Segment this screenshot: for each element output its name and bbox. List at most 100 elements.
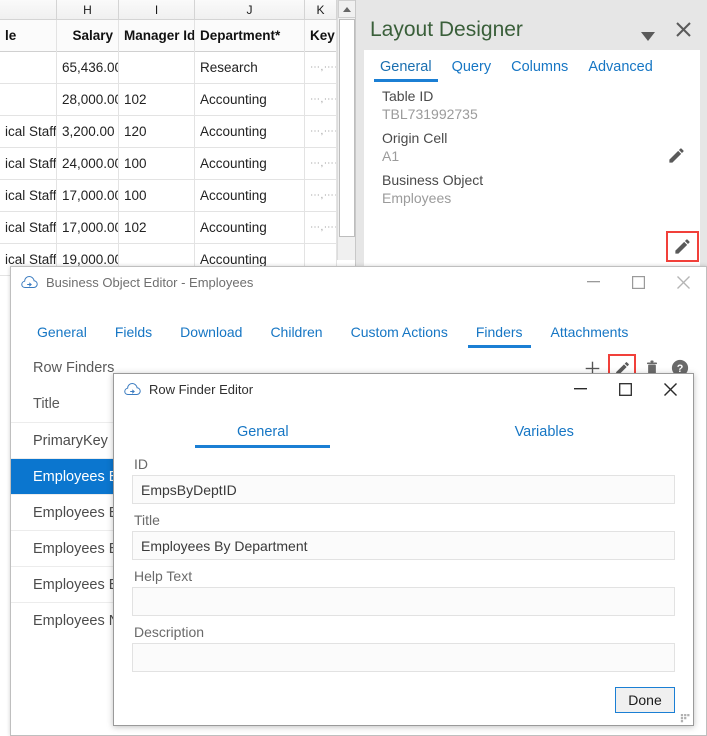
minimize-icon [587, 281, 600, 283]
minimize-button[interactable] [571, 267, 616, 298]
spreadsheet-grid[interactable]: H I J K le Salary Manager Id Department*… [0, 0, 355, 300]
tab-general[interactable]: General [23, 324, 101, 348]
minimize-icon [574, 388, 587, 390]
tab-custom-actions[interactable]: Custom Actions [337, 324, 462, 348]
column-header-blank[interactable] [0, 0, 57, 19]
maximize-icon [619, 382, 632, 396]
cell-title[interactable]: ical Staff [0, 211, 57, 244]
cloud-arrow-glyph [21, 275, 38, 288]
cloud-arrow-icon [21, 275, 38, 290]
cell-title[interactable]: ical Staff [0, 147, 57, 180]
minimize-button[interactable] [558, 374, 603, 405]
cell-manager-id[interactable]: 102 [119, 83, 195, 116]
chevron-down-icon[interactable] [641, 28, 655, 46]
pencil-icon [675, 239, 690, 254]
cell-manager-id[interactable]: 102 [119, 211, 195, 244]
cell-manager-id[interactable] [119, 51, 195, 84]
column-header-i[interactable]: I [119, 0, 195, 19]
resize-grip-icon[interactable]: ▪▪▪ ▪▪ ▪ [680, 711, 690, 726]
tab-download[interactable]: Download [166, 324, 256, 348]
column-header-k[interactable]: K [305, 0, 337, 19]
close-icon [664, 382, 677, 396]
cell-salary[interactable]: 3,200.00 [57, 115, 119, 148]
help-text-input[interactable] [132, 587, 675, 616]
tab-query[interactable]: Query [442, 59, 502, 82]
window-controls [571, 267, 706, 298]
maximize-button[interactable] [616, 267, 661, 298]
cell-salary[interactable]: 17,000.00 [57, 211, 119, 244]
window-controls [558, 374, 693, 405]
close-button[interactable] [661, 267, 706, 298]
tab-attachments[interactable]: Attachments [537, 324, 643, 348]
tab-variables[interactable]: Variables [404, 424, 686, 448]
cell-key[interactable]: ⋯,⋯⋯ [305, 115, 337, 148]
tab-general[interactable]: General [370, 59, 442, 82]
close-button[interactable] [648, 374, 693, 405]
cloud-arrow-icon [124, 382, 141, 397]
tab-finders[interactable]: Finders [462, 324, 537, 348]
cell-department[interactable]: Accounting [195, 147, 305, 180]
close-glyph [676, 22, 691, 37]
cell-key[interactable]: ⋯,⋯⋯ [305, 179, 337, 212]
description-input[interactable] [132, 643, 675, 672]
table-row[interactable]: 28,000.00 102 Accounting ⋯,⋯⋯ [0, 83, 355, 116]
cell-title[interactable] [0, 83, 57, 116]
cell-salary[interactable]: 17,000.00 [57, 179, 119, 212]
field-label-help-text: Help Text [134, 568, 193, 584]
table-row[interactable]: ical Staff 17,000.00 100 Accounting ⋯,⋯⋯ [0, 179, 355, 212]
column-header-row: H I J K [0, 0, 355, 20]
field-value-origin-cell[interactable]: A1 [364, 147, 700, 166]
cell-salary[interactable]: 24,000.00 [57, 147, 119, 180]
cell-salary[interactable]: 65,436.00 [57, 51, 119, 84]
layout-designer-tabs: General Query Columns Advanced [364, 50, 700, 82]
title-input[interactable] [132, 531, 675, 560]
maximize-button[interactable] [603, 374, 648, 405]
field-title: Title [114, 512, 693, 560]
field-label-title: Title [134, 512, 160, 528]
row-finder-editor-footer: Done [615, 687, 675, 713]
cell-manager-id[interactable]: 100 [119, 147, 195, 180]
tab-fields[interactable]: Fields [101, 324, 166, 348]
spreadsheet-vertical-scrollbar[interactable] [337, 0, 355, 260]
scroll-up-button[interactable] [338, 0, 355, 18]
cell-key[interactable]: ⋯,⋯⋯ [305, 51, 337, 84]
edit-business-object-button[interactable] [666, 231, 699, 262]
field-table-id: Table ID TBL731992735 [364, 82, 700, 124]
cell-department[interactable]: Accounting [195, 83, 305, 116]
table-row[interactable]: 65,436.00 Research ⋯,⋯⋯ [0, 51, 355, 84]
table-row[interactable]: ical Staff 24,000.00 100 Accounting ⋯,⋯⋯ [0, 147, 355, 180]
tab-children[interactable]: Children [256, 324, 336, 348]
field-label-description: Description [134, 624, 205, 640]
cell-department[interactable]: Accounting [195, 211, 305, 244]
column-header-h[interactable]: H [57, 0, 119, 19]
close-icon[interactable] [676, 22, 691, 41]
cell-department[interactable]: Accounting [195, 179, 305, 212]
tab-advanced[interactable]: Advanced [578, 59, 663, 82]
cell-key[interactable]: ⋯,⋯⋯ [305, 211, 337, 244]
cell-manager-id[interactable]: 100 [119, 179, 195, 212]
column-header-j[interactable]: J [195, 0, 305, 19]
header-manager-id: Manager Id [119, 19, 195, 52]
cell-salary[interactable]: 28,000.00 [57, 83, 119, 116]
cell-title[interactable]: ical Staff [0, 115, 57, 148]
field-value-table-id[interactable]: TBL731992735 [364, 105, 700, 124]
pencil-glyph [669, 148, 684, 163]
done-button[interactable]: Done [615, 687, 675, 713]
cell-department[interactable]: Accounting [195, 115, 305, 148]
cell-department[interactable]: Research [195, 51, 305, 84]
table-row[interactable]: ical Staff 3,200.00 120 Accounting ⋯,⋯⋯ [0, 115, 355, 148]
cell-key[interactable]: ⋯,⋯⋯ [305, 83, 337, 116]
cell-key[interactable]: ⋯,⋯⋯ [305, 147, 337, 180]
id-input[interactable] [132, 475, 675, 504]
table-row[interactable]: ical Staff 17,000.00 102 Accounting ⋯,⋯⋯ [0, 211, 355, 244]
scrollbar-thumb[interactable] [339, 19, 355, 237]
cell-title[interactable]: ical Staff [0, 179, 57, 212]
tab-general[interactable]: General [122, 424, 404, 448]
business-object-editor-titlebar[interactable]: Business Object Editor - Employees [11, 267, 706, 298]
cell-manager-id[interactable]: 120 [119, 115, 195, 148]
field-value-business-object[interactable]: Employees [364, 189, 700, 208]
maximize-icon [632, 275, 645, 289]
cell-title[interactable] [0, 51, 57, 84]
tab-columns[interactable]: Columns [501, 59, 578, 82]
row-finder-editor-titlebar[interactable]: Row Finder Editor [114, 374, 693, 404]
